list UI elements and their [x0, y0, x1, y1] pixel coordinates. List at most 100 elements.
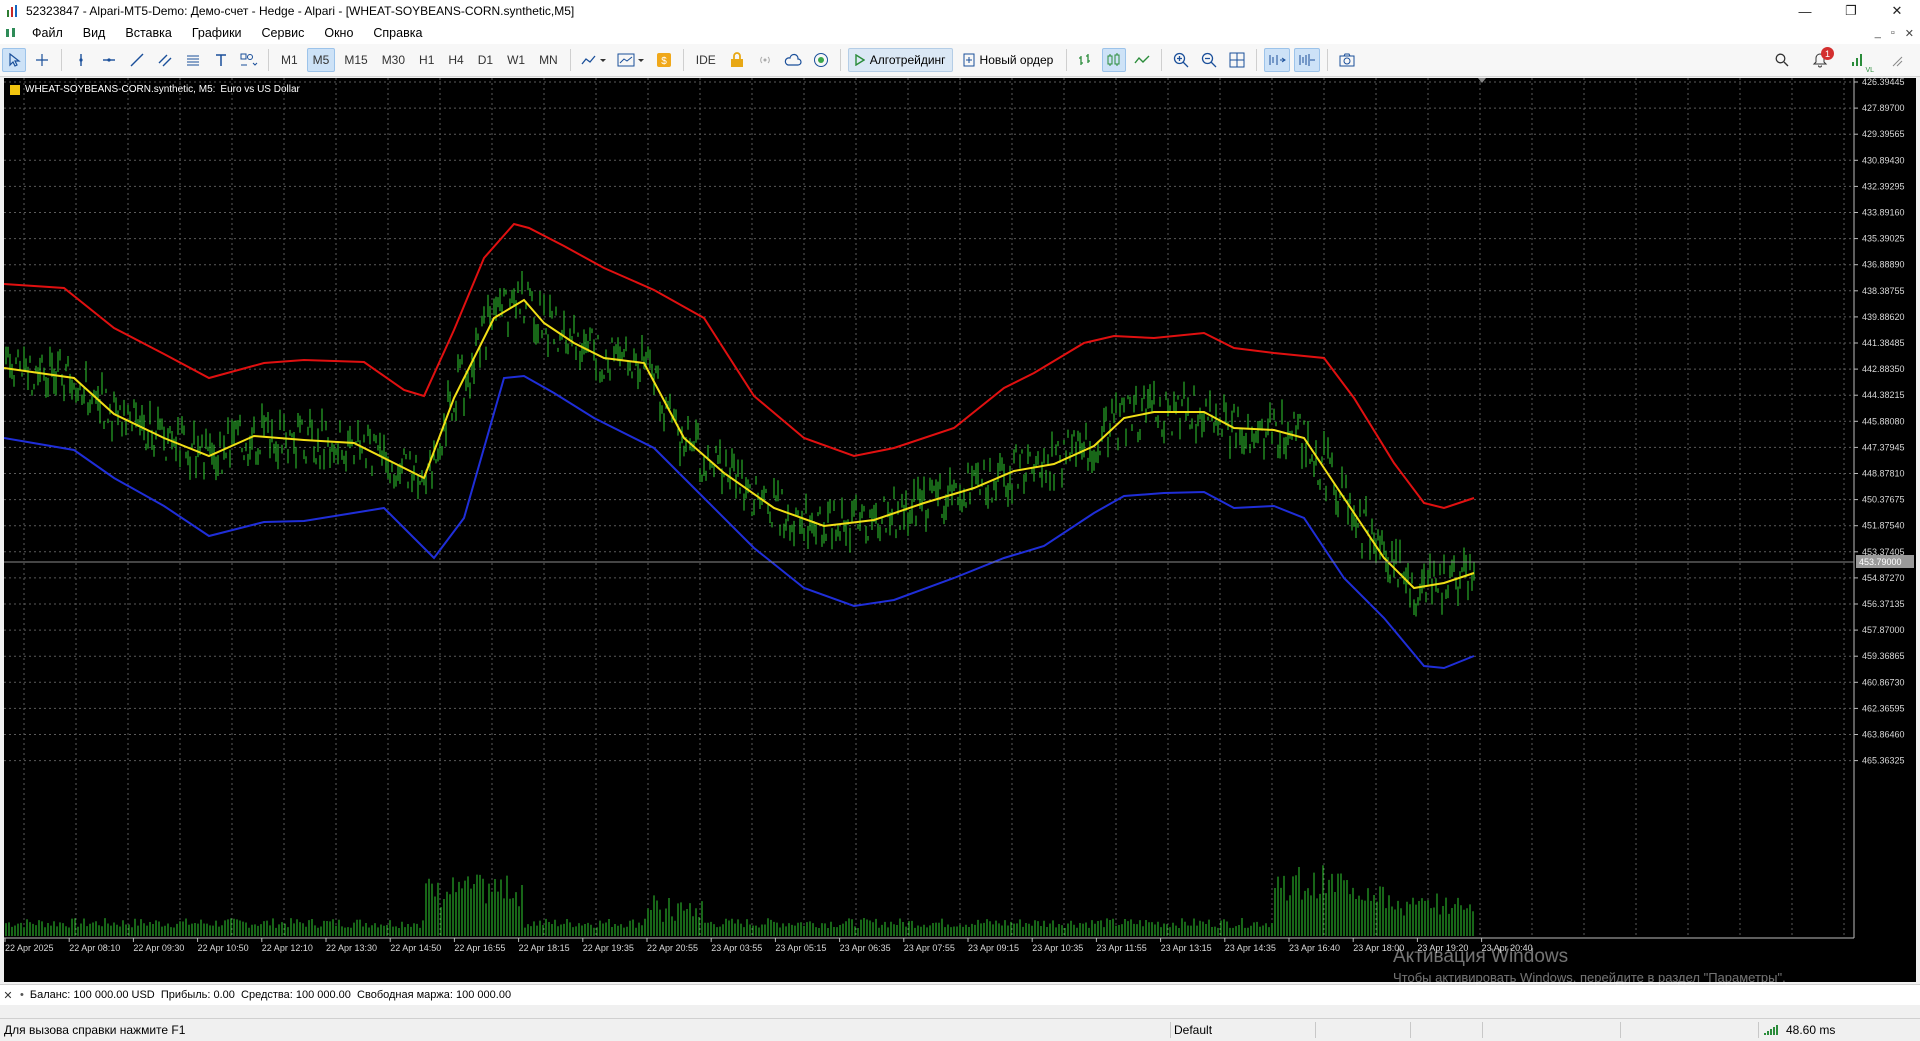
timeframe-m15[interactable]: M15 [339, 48, 372, 72]
cursor-tool-button[interactable] [2, 48, 26, 72]
menu-file[interactable]: Файл [22, 26, 73, 40]
connection-status[interactable]: 48.60 ms [1764, 1019, 1835, 1041]
market-button[interactable]: $ [652, 48, 676, 72]
price-axis-label: 435.39025 [1862, 234, 1905, 244]
price-chart[interactable]: 426.39445 427.89700 429.39565 430.89430 432.… [4, 78, 1916, 982]
fibonacci-icon [187, 55, 199, 66]
close-toolbox-icon[interactable]: ✕ [0, 989, 16, 1002]
vps-button[interactable] [809, 48, 833, 72]
menu-help[interactable]: Справка [363, 26, 432, 40]
algotrading-label: Алготрейдинг [869, 53, 946, 67]
watermark-subtitle: Чтобы активировать Windows, перейдите в … [1393, 970, 1786, 985]
vertical-line-button[interactable] [69, 48, 93, 72]
timeframe-h1[interactable]: H1 [414, 48, 439, 72]
horizontal-line-button[interactable] [97, 48, 121, 72]
templates-button[interactable] [614, 48, 648, 72]
menu-view[interactable]: Вид [73, 26, 116, 40]
status-divider [1170, 1022, 1171, 1038]
notification-badge: 1 [1821, 47, 1834, 60]
timeframe-m30[interactable]: M30 [377, 48, 410, 72]
account-bar: ✕ • Баланс: 100 000.00 USD Прибыль: 0.00… [0, 984, 1920, 1005]
restore-button[interactable]: ❐ [1828, 0, 1874, 22]
status-bar: Для вызова справки нажмите F1 Default 48… [0, 1018, 1920, 1041]
templates-icon [617, 53, 644, 67]
chart-description: Euro vs US Dollar [220, 84, 300, 95]
price-axis-label: 447.37945 [1862, 442, 1905, 452]
signal-resize-button[interactable] [1884, 48, 1908, 72]
zoom-out-button[interactable] [1197, 48, 1221, 72]
grid-icon [1229, 52, 1245, 68]
channel-button[interactable] [153, 48, 177, 72]
price-axis-label: 438.38755 [1862, 286, 1905, 296]
price-axis-label: 427.89700 [1862, 103, 1905, 113]
price-axis-label: 426.39445 [1862, 78, 1905, 87]
signal-stream-button[interactable] [753, 48, 777, 72]
price-axis-label: 433.89160 [1862, 208, 1905, 218]
timeframe-m1[interactable]: M1 [276, 48, 303, 72]
line-chart-button[interactable] [1130, 48, 1154, 72]
menu-tools[interactable]: Сервис [252, 26, 315, 40]
app-icon [7, 5, 17, 17]
cloud-button[interactable] [781, 48, 805, 72]
price-axis-label: 463.86460 [1862, 730, 1905, 740]
algotrading-button[interactable]: Алготрейдинг [847, 48, 953, 72]
chart-shift-icon [1299, 54, 1316, 66]
svg-text:$: $ [661, 56, 667, 67]
upper-band-line [4, 222, 1475, 510]
candlestick-chart-button[interactable] [1102, 48, 1127, 72]
candlestick-icon [1107, 53, 1120, 66]
camera-icon [1339, 53, 1355, 67]
menu-window[interactable]: Окно [314, 26, 363, 40]
search-button[interactable] [1770, 48, 1794, 72]
menu-charts[interactable]: Графики [182, 26, 252, 40]
menu-insert[interactable]: Вставка [115, 26, 181, 40]
crosshair-icon [36, 54, 48, 66]
mdi-close-button[interactable]: ✕ [1905, 27, 1914, 40]
chart-window-icon[interactable] [4, 26, 18, 40]
ping-value: 48.60 ms [1786, 1023, 1836, 1037]
price-axis-label: 457.87000 [1862, 625, 1905, 635]
close-button[interactable]: ✕ [1874, 0, 1920, 22]
indicators-button[interactable] [578, 48, 610, 72]
timeframe-mn[interactable]: MN [534, 48, 563, 72]
text-tool-button[interactable] [209, 48, 233, 72]
screenshot-button[interactable] [1335, 48, 1359, 72]
time-axis-label: 23 Apr 03:55 [711, 943, 762, 953]
signal-strength-button[interactable]: VL [1846, 48, 1874, 74]
bar-chart-button[interactable] [1074, 48, 1098, 72]
toolbar-separator [1066, 49, 1068, 71]
timeframe-d1[interactable]: D1 [473, 48, 498, 72]
time-axis-label: 23 Apr 10:35 [1032, 943, 1083, 953]
signal-bars-icon [1852, 54, 1862, 66]
time-axis-label: 22 Apr 20:55 [647, 943, 698, 953]
timeframe-h4[interactable]: H4 [443, 48, 468, 72]
toolbar-separator [839, 49, 841, 71]
mdi-restore-button[interactable]: ▫ [1891, 27, 1895, 39]
trend-line-button[interactable] [125, 48, 149, 72]
vertical-line-icon [79, 54, 83, 66]
notifications-button[interactable]: 1 [1808, 47, 1834, 72]
crosshair-tool-button[interactable] [30, 48, 54, 72]
minimize-button[interactable]: — [1782, 0, 1828, 22]
menu-bar: Файл Вид Вставка Графики Сервис Окно Спр… [0, 22, 1920, 44]
shapes-button[interactable] [237, 48, 261, 72]
ide-button[interactable]: IDE [691, 48, 721, 72]
status-divider [1315, 1022, 1316, 1038]
zoom-in-button[interactable] [1169, 48, 1193, 72]
symbol-icon [10, 84, 20, 95]
chart-area[interactable]: WHEAT-SOYBEANS-CORN.synthetic, M5: Euro … [4, 78, 1916, 982]
timeframe-w1[interactable]: W1 [502, 48, 530, 72]
autoscroll-icon [1269, 55, 1287, 65]
fibonacci-button[interactable] [181, 48, 205, 72]
toolbar-separator [61, 49, 62, 71]
search-icon [1775, 53, 1789, 67]
tile-windows-button[interactable] [1225, 48, 1249, 72]
bullet-icon: • [20, 989, 24, 1001]
timeframe-m5[interactable]: M5 [306, 48, 336, 72]
new-order-button[interactable]: Новый ордер [957, 48, 1060, 72]
lock-button[interactable] [725, 48, 749, 72]
chart-shift-button[interactable] [1294, 48, 1321, 72]
chart-symbol: WHEAT-SOYBEANS-CORN.synthetic, M5: [25, 84, 216, 95]
mdi-minimize-button[interactable]: _ [1875, 27, 1881, 39]
autoscroll-button[interactable] [1264, 48, 1291, 72]
